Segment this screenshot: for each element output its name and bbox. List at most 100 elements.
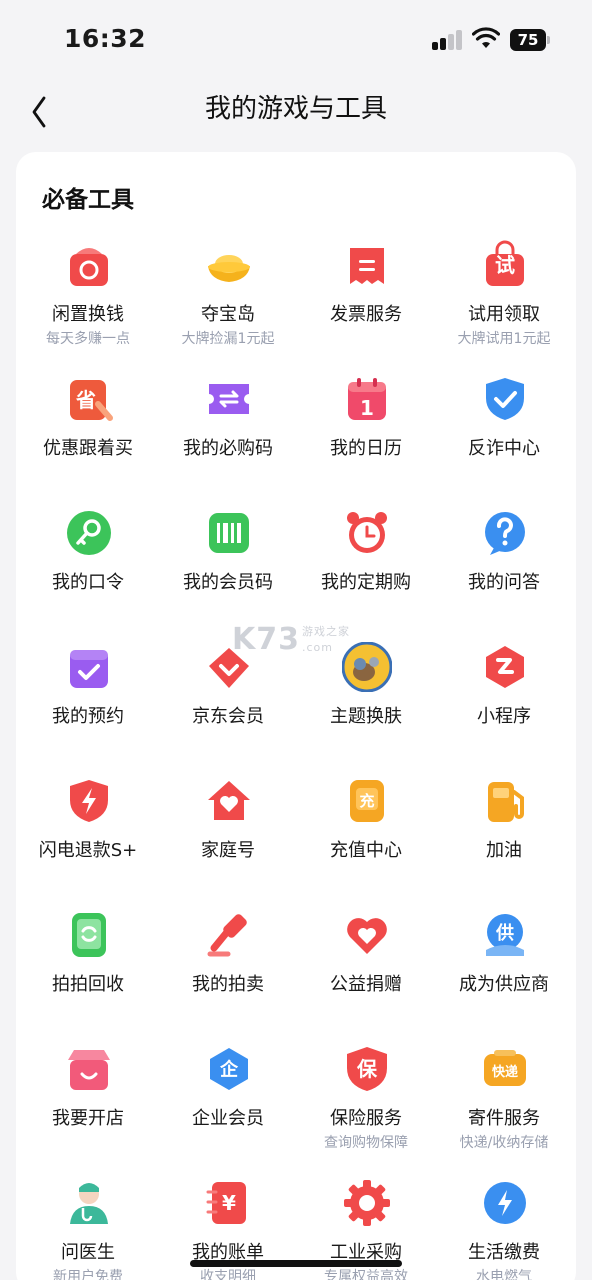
section-title: 必备工具 <box>42 187 134 213</box>
ticket-icon <box>204 374 254 424</box>
tool-label: 加油 <box>486 840 522 861</box>
svg-text:供: 供 <box>495 922 514 944</box>
battery-tip <box>547 36 550 44</box>
tools-row: 闪电退款S+ 家庭号充充值中心 加油 <box>16 760 576 894</box>
tool-item[interactable]: 省优惠跟着买 <box>18 358 158 488</box>
tool-label: 企业会员 <box>192 1108 264 1129</box>
recycle-bag-icon <box>64 240 114 290</box>
tool-label: 保险服务 <box>330 1108 402 1129</box>
tool-item[interactable]: 加油 <box>434 760 574 890</box>
tool-label: 寄件服务 <box>468 1108 540 1129</box>
tool-label: 家庭号 <box>201 840 255 861</box>
tool-label: 闪电退款S+ <box>38 840 138 861</box>
invoice-icon <box>342 240 392 290</box>
tool-item[interactable]: 快递 寄件服务 快递/收纳存储 <box>434 1028 574 1158</box>
insurance-shield-icon: 保 <box>342 1044 392 1094</box>
fuel-pump-icon <box>480 776 530 826</box>
mini-program-icon <box>480 642 530 692</box>
open-store-icon <box>64 1044 114 1094</box>
industrial-gear-icon <box>342 1178 392 1228</box>
svg-text:充: 充 <box>359 792 374 810</box>
calendar-icon: 1 <box>342 374 392 424</box>
tool-item[interactable]: 问医生 新用户免费 <box>18 1162 158 1280</box>
wifi-icon <box>472 27 500 48</box>
shield-check-icon <box>480 374 530 424</box>
utility-drop-icon <box>480 1178 530 1228</box>
tool-label: 夺宝岛 <box>201 304 255 325</box>
tools-card: 必备工具 闲置换钱 每天多赚一点 夺宝岛 大牌捡漏1元起 发票服务试试用领取 大牌试用1元… <box>16 152 576 1280</box>
tool-label: 充值中心 <box>330 840 402 861</box>
tool-item[interactable]: 试试用领取 大牌试用1元起 <box>434 224 574 354</box>
home-heart-icon <box>204 776 254 826</box>
reservation-icon <box>64 642 114 692</box>
tool-item[interactable]: 我的必购码 <box>158 358 298 488</box>
trial-bag-icon: 试 <box>480 240 530 290</box>
tool-item[interactable]: 反诈中心 <box>434 358 574 488</box>
tools-row: 我的口令 我的会员码 我的定期购 我的问答 <box>16 492 576 626</box>
svg-text:省: 省 <box>75 388 96 412</box>
tool-subtitle: 专属权益高效 <box>324 1269 408 1280</box>
tool-item[interactable]: 充充值中心 <box>296 760 436 890</box>
tool-label: 反诈中心 <box>468 438 540 459</box>
tool-label: 京东会员 <box>192 706 264 727</box>
tool-label: 成为供应商 <box>459 974 549 995</box>
barcode-icon <box>204 508 254 558</box>
tool-item[interactable]: 我的问答 <box>434 492 574 622</box>
enterprise-icon: 企 <box>204 1044 254 1094</box>
lightning-shield-icon <box>64 776 114 826</box>
tool-label: 我的会员码 <box>183 572 273 593</box>
tool-item[interactable]: 家庭号 <box>158 760 298 890</box>
svg-text:快递: 快递 <box>492 1064 518 1080</box>
tool-item[interactable]: 夺宝岛大牌捡漏1元起 <box>158 224 298 354</box>
bill-icon: ¥ <box>204 1178 254 1228</box>
tool-item[interactable]: 我的定期购 <box>296 492 436 622</box>
tool-label: 小程序 <box>477 706 531 727</box>
tools-grid: 闲置换钱 每天多赚一点 夺宝岛 大牌捡漏1元起 发票服务试试用领取 大牌试用1元起省优惠跟… <box>16 224 576 1280</box>
watermark-domain: .com <box>302 641 333 654</box>
recharge-icon: 充 <box>342 776 392 826</box>
tool-item[interactable]: 拍拍回收 <box>18 894 158 1024</box>
tool-label: 我的预约 <box>52 706 124 727</box>
tool-label: 发票服务 <box>330 304 402 325</box>
status-time: 16:32 <box>64 24 147 53</box>
tools-row: 我要开店企企业会员保保险服务 查询购物保障 快递 寄件服务 快递/收纳存储 <box>16 1028 576 1162</box>
tool-label: 优惠跟着买 <box>43 438 133 459</box>
status-bar: 16:32 75 <box>0 0 592 78</box>
tool-subtitle: 大牌试用1元起 <box>457 331 551 347</box>
tool-label: 问医生 <box>61 1242 115 1263</box>
charity-heart-icon <box>342 910 392 960</box>
tool-label: 生活缴费 <box>468 1242 540 1263</box>
watermark-cn: 游戏之家 <box>302 625 350 638</box>
tool-item[interactable]: 供成为供应商 <box>434 894 574 1024</box>
watermark-logo: K73 游戏之家 .com <box>232 622 379 657</box>
phone-recycle-icon <box>64 910 114 960</box>
supplier-icon: 供 <box>480 910 530 960</box>
gold-ingot-icon <box>204 240 254 290</box>
battery-level: 75 <box>517 31 539 49</box>
tool-item[interactable]: 企企业会员 <box>158 1028 298 1158</box>
tool-item[interactable]: 公益捐赠 <box>296 894 436 1024</box>
tool-subtitle: 水电燃气 <box>476 1269 532 1280</box>
tool-item[interactable]: 小程序 <box>434 626 574 756</box>
tools-row: 闲置换钱 每天多赚一点 夺宝岛 大牌捡漏1元起 发票服务试试用领取 大牌试用1元起 <box>16 224 576 358</box>
tool-item[interactable]: 保保险服务 查询购物保障 <box>296 1028 436 1158</box>
tool-item[interactable]: 闲置换钱 每天多赚一点 <box>18 224 158 354</box>
tool-subtitle: 大牌捡漏1元起 <box>181 331 275 347</box>
tool-label: 闲置换钱 <box>52 304 124 325</box>
tool-item[interactable]: 我的口令 <box>18 492 158 622</box>
watermark-brand: K73 <box>232 622 300 657</box>
tool-item[interactable]: 生活缴费 水电燃气 <box>434 1162 574 1280</box>
tool-item[interactable]: 我要开店 <box>18 1028 158 1158</box>
question-icon <box>480 508 530 558</box>
tool-item[interactable]: 1 我的日历 <box>296 358 436 488</box>
svg-text:企: 企 <box>219 1058 239 1080</box>
tool-item[interactable]: 我的预约 <box>18 626 158 756</box>
tool-item[interactable]: 发票服务 <box>296 224 436 354</box>
alarm-clock-icon <box>342 508 392 558</box>
tool-item[interactable]: 闪电退款S+ <box>18 760 158 890</box>
tool-label: 拍拍回收 <box>52 974 124 995</box>
tool-item[interactable]: 我的拍卖 <box>158 894 298 1024</box>
svg-text:1: 1 <box>360 396 374 420</box>
nav-bar: 我的游戏与工具 <box>0 78 592 138</box>
tool-item[interactable]: 我的会员码 <box>158 492 298 622</box>
